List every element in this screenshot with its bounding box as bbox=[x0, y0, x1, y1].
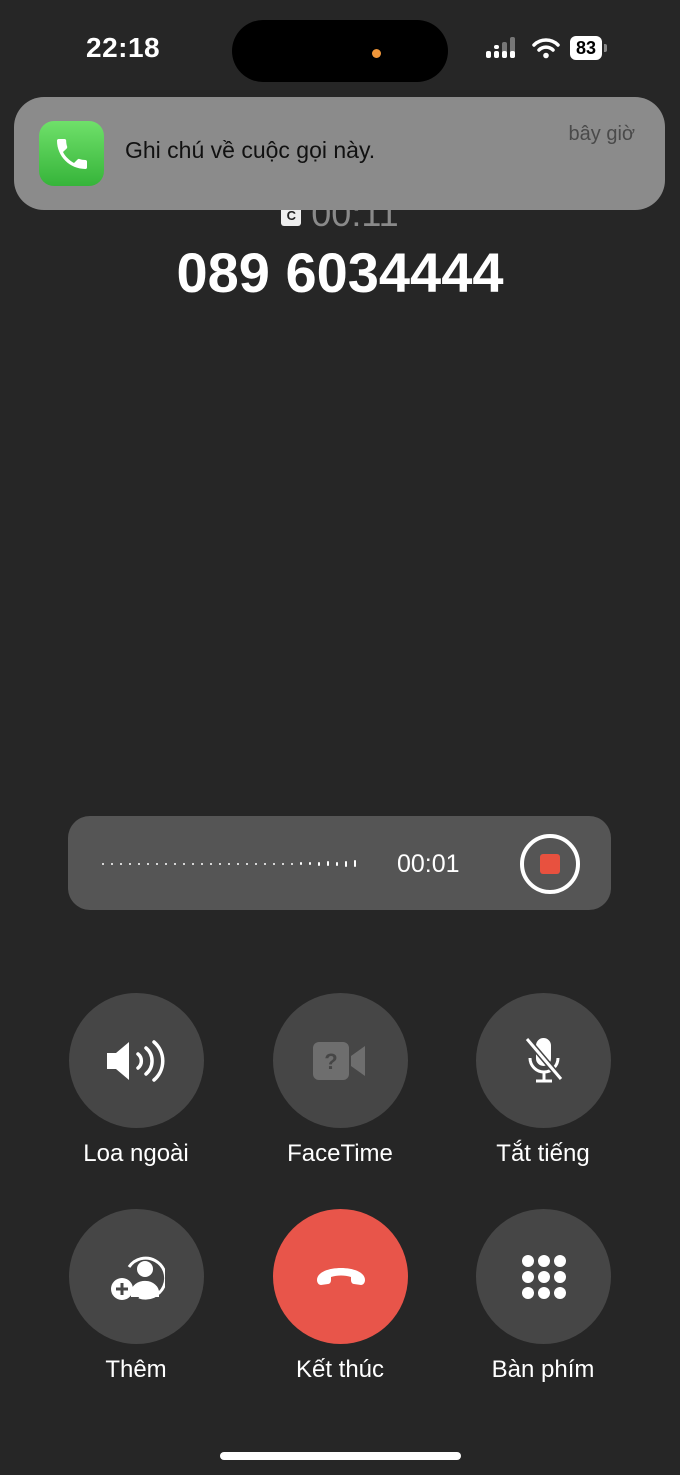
signal-icon bbox=[486, 37, 515, 58]
waveform-bar bbox=[102, 862, 104, 865]
waveform-bar bbox=[111, 862, 113, 865]
notification-banner[interactable]: Ghi chú về cuộc gọi này. bây giờ bbox=[14, 97, 665, 210]
waveform-bar bbox=[147, 862, 149, 865]
waveform-bar bbox=[201, 862, 203, 865]
add-call-label: Thêm bbox=[105, 1356, 167, 1383]
add-call-icon bbox=[110, 1256, 165, 1300]
mute-label: Tắt tiếng bbox=[496, 1140, 590, 1167]
waveform-bar bbox=[282, 862, 284, 865]
waveform bbox=[102, 860, 356, 867]
recording-elapsed: 00:01 bbox=[397, 850, 460, 878]
mic-indicator-dot bbox=[372, 48, 381, 58]
facetime-icon: ? bbox=[312, 1041, 365, 1080]
waveform-bar bbox=[174, 862, 176, 865]
speaker-button[interactable] bbox=[69, 993, 204, 1128]
waveform-bar bbox=[354, 860, 356, 867]
waveform-bar bbox=[237, 862, 239, 865]
battery-icon: 83 bbox=[570, 36, 608, 60]
waveform-bar bbox=[300, 862, 302, 865]
waveform-bar bbox=[183, 862, 185, 865]
waveform-bar bbox=[228, 862, 230, 865]
phone-number: 089 6034444 bbox=[176, 241, 504, 304]
status-time: 22:18 bbox=[86, 32, 161, 63]
end-call-icon bbox=[316, 1267, 365, 1285]
end-call-button[interactable] bbox=[273, 1209, 408, 1344]
waveform-bar bbox=[165, 862, 167, 865]
waveform-bar bbox=[219, 862, 221, 865]
phone-icon bbox=[39, 121, 104, 186]
waveform-bar bbox=[138, 862, 140, 865]
mute-icon bbox=[524, 1036, 563, 1082]
status-icons: 83 bbox=[486, 36, 608, 60]
notification-message: Ghi chú về cuộc gọi này. bbox=[125, 137, 376, 163]
wifi-icon bbox=[532, 38, 560, 59]
waveform-bar bbox=[255, 862, 257, 865]
waveform-bar bbox=[309, 862, 311, 865]
waveform-bar bbox=[345, 860, 347, 867]
waveform-bar bbox=[273, 862, 275, 865]
keypad-icon bbox=[521, 1254, 566, 1299]
speaker-label: Loa ngoài bbox=[83, 1140, 189, 1167]
dynamic-island bbox=[232, 20, 448, 82]
waveform-bar bbox=[246, 862, 248, 865]
speaker-icon bbox=[106, 1039, 164, 1082]
keypad-label: Bàn phím bbox=[491, 1356, 595, 1383]
keypad-button[interactable] bbox=[476, 1209, 611, 1344]
stop-recording-button[interactable] bbox=[520, 834, 580, 894]
waveform-bar bbox=[327, 861, 329, 866]
waveform-bar bbox=[156, 862, 158, 865]
home-indicator[interactable] bbox=[220, 1452, 461, 1460]
waveform-bar bbox=[336, 861, 338, 866]
waveform-bar bbox=[291, 862, 293, 865]
waveform-bar bbox=[129, 862, 131, 865]
mute-button[interactable] bbox=[476, 993, 611, 1128]
waveform-bar bbox=[120, 862, 122, 865]
waveform-bar bbox=[318, 861, 320, 866]
facetime-button[interactable]: ? bbox=[273, 993, 408, 1128]
stop-icon bbox=[540, 854, 560, 874]
notification-time: bây giờ bbox=[568, 123, 635, 145]
waveform-bar bbox=[210, 862, 212, 865]
add-call-button[interactable] bbox=[69, 1209, 204, 1344]
svg-text:?: ? bbox=[324, 1049, 337, 1074]
waveform-bar bbox=[264, 862, 266, 865]
waveform-bar bbox=[192, 862, 194, 865]
facetime-label: FaceTime bbox=[287, 1140, 393, 1167]
end-call-label: Kết thúc bbox=[295, 1356, 385, 1383]
call-recording-bar: 00:01 bbox=[68, 816, 611, 910]
